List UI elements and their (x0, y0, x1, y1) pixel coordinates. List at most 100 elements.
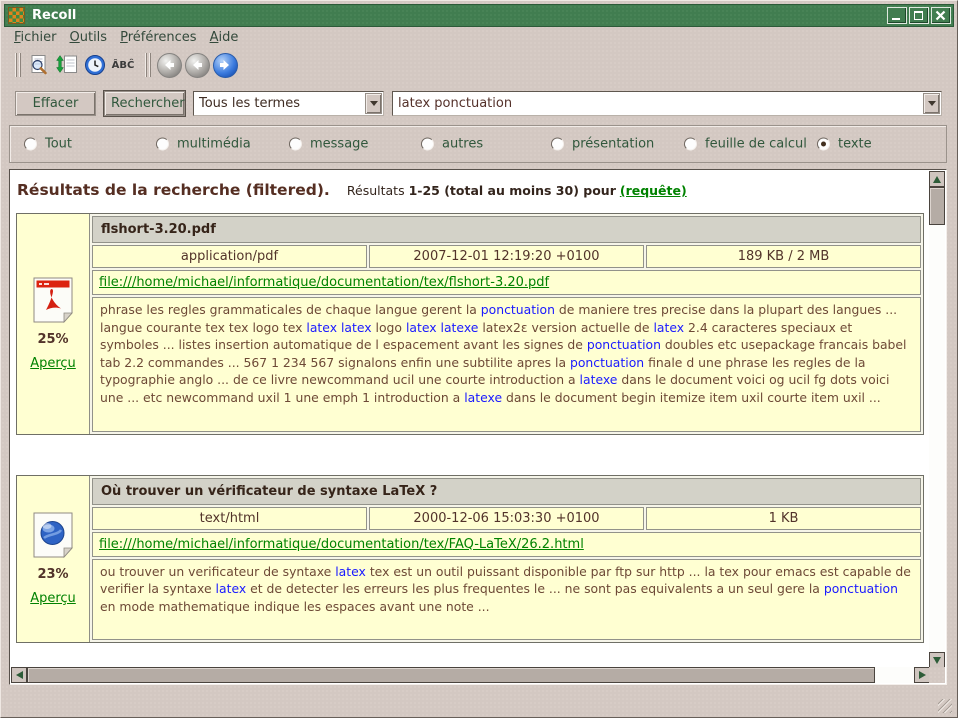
vertical-scrollbar[interactable] (929, 171, 945, 668)
result-url-link[interactable]: file:///home/michael/informatique/docume… (99, 537, 584, 552)
toolbar: ÂBĈ (4, 49, 954, 81)
result-item: 25% Aperçu flshort-3.20.pdf application/… (16, 213, 924, 435)
history-icon (84, 54, 106, 76)
chevron-down-icon[interactable] (365, 93, 382, 114)
scroll-right-button[interactable] (914, 667, 930, 683)
result-side-panel: 23% Aperçu (17, 476, 90, 643)
filter-presentation[interactable]: présentation (551, 137, 654, 152)
html-icon (33, 512, 73, 558)
title-bar[interactable]: Recoll (4, 4, 954, 27)
preview-link[interactable]: Aperçu (30, 591, 76, 606)
scroll-down-button[interactable] (929, 652, 945, 668)
minimize-icon (892, 18, 900, 20)
window-title: Recoll (32, 8, 887, 23)
category-filter-bar: Tout multimédia message autres présentat… (9, 125, 947, 163)
search-mode-value: Tous les termes (194, 96, 365, 111)
radio-icon (421, 138, 434, 151)
result-details: Où trouver un vérificateur de syntaxe La… (90, 476, 923, 643)
first-page-icon (157, 53, 182, 78)
relevance-percent: 23% (37, 567, 68, 582)
scrollbar-corner (929, 667, 945, 683)
sort-parameters-icon (56, 54, 78, 76)
filter-autres[interactable]: autres (421, 137, 483, 152)
result-mime: text/html (92, 507, 367, 530)
term-explorer-button[interactable]: ÂBĈ (109, 51, 137, 79)
result-snippet: ou trouver un verificateur de syntaxe la… (92, 559, 921, 641)
search-button[interactable]: Rechercher (104, 91, 185, 116)
results-list: Résultats de la recherche (filtered). Ré… (11, 170, 930, 668)
radio-icon (24, 138, 37, 151)
radio-icon (684, 138, 697, 151)
close-button[interactable] (931, 7, 951, 24)
filter-tout[interactable]: Tout (24, 137, 72, 152)
sort-parameters-button[interactable] (53, 51, 81, 79)
first-page-button[interactable] (155, 51, 183, 79)
filter-texte[interactable]: texte (817, 137, 872, 152)
result-url-row: file:///home/michael/informatique/docume… (92, 532, 921, 557)
relevance-percent: 25% (37, 332, 68, 347)
arrow-left-icon (16, 671, 23, 679)
pdf-icon (33, 277, 73, 323)
term-explorer-icon: ÂBĈ (112, 60, 135, 71)
history-button[interactable] (81, 51, 109, 79)
result-title: flshort-3.20.pdf (92, 216, 921, 243)
horizontal-scroll-thumb[interactable] (27, 667, 875, 683)
radio-icon (817, 138, 830, 151)
advanced-search-button[interactable] (25, 51, 53, 79)
result-side-panel: 25% Aperçu (17, 214, 90, 434)
arrow-right-icon (919, 671, 926, 679)
menu-bar: Fichier Outils Préférences Aide (4, 27, 954, 48)
menu-aide[interactable]: Aide (208, 28, 250, 47)
query-combobox[interactable] (392, 91, 942, 116)
query-link[interactable]: (requête) (620, 183, 687, 198)
arrow-up-icon (933, 176, 941, 183)
next-page-button[interactable] (211, 51, 239, 79)
search-input[interactable] (393, 95, 923, 112)
result-meta-row: application/pdf 2007-12-01 12:19:20 +010… (92, 245, 921, 268)
minimize-button[interactable] (887, 7, 907, 24)
preview-link[interactable]: Aperçu (30, 356, 76, 371)
result-date: 2007-12-01 12:19:20 +0100 (369, 245, 644, 268)
chevron-down-icon[interactable] (923, 93, 940, 114)
search-mode-combobox[interactable]: Tous les termes (193, 91, 384, 116)
maximize-icon (914, 11, 923, 20)
advanced-search-icon (28, 54, 50, 76)
result-url-row: file:///home/michael/informatique/docume… (92, 270, 921, 295)
menu-preferences[interactable]: Préférences (118, 28, 207, 47)
maximize-button[interactable] (909, 7, 929, 24)
results-heading: Résultats de la recherche (filtered). (17, 181, 330, 199)
close-icon (935, 10, 946, 21)
result-mime: application/pdf (92, 245, 367, 268)
vertical-scroll-thumb[interactable] (929, 187, 945, 225)
clear-button[interactable]: Effacer (15, 91, 96, 116)
recoll-app-icon (8, 7, 25, 24)
next-page-icon (213, 53, 238, 78)
previous-page-icon (185, 53, 210, 78)
toolbar-grip[interactable] (145, 53, 152, 77)
filter-multimedia[interactable]: multimédia (156, 137, 251, 152)
scroll-left-button[interactable] (11, 667, 27, 683)
horizontal-scroll-trough[interactable] (875, 667, 914, 683)
result-title: Où trouver un vérificateur de syntaxe La… (92, 478, 921, 505)
result-url-link[interactable]: file:///home/michael/informatique/docume… (99, 275, 549, 290)
scroll-up-button[interactable] (929, 171, 945, 187)
results-header: Résultats de la recherche (filtered). Ré… (11, 170, 930, 199)
result-meta-row: text/html 2000-12-06 15:03:30 +0100 1 KB (92, 507, 921, 530)
horizontal-scrollbar[interactable] (11, 667, 930, 683)
result-size: 1 KB (646, 507, 921, 530)
previous-page-button[interactable] (183, 51, 211, 79)
resize-grip[interactable] (938, 699, 952, 713)
vertical-scroll-trough[interactable] (929, 225, 945, 652)
results-area: Résultats de la recherche (filtered). Ré… (9, 169, 947, 685)
result-date: 2000-12-06 15:03:30 +0100 (369, 507, 644, 530)
filter-feuille-de-calcul[interactable]: feuille de calcul (684, 137, 807, 152)
result-details: flshort-3.20.pdf application/pdf 2007-12… (90, 214, 923, 434)
filter-message[interactable]: message (289, 137, 368, 152)
menu-outils[interactable]: Outils (68, 28, 119, 47)
status-bar (4, 685, 954, 715)
radio-icon (156, 138, 169, 151)
results-summary: Résultats 1-25 (total au moins 30) pour … (347, 183, 687, 198)
toolbar-grip[interactable] (15, 53, 22, 77)
result-item: 23% Aperçu Où trouver un vérificateur de… (16, 475, 924, 644)
menu-fichier[interactable]: Fichier (12, 28, 68, 47)
